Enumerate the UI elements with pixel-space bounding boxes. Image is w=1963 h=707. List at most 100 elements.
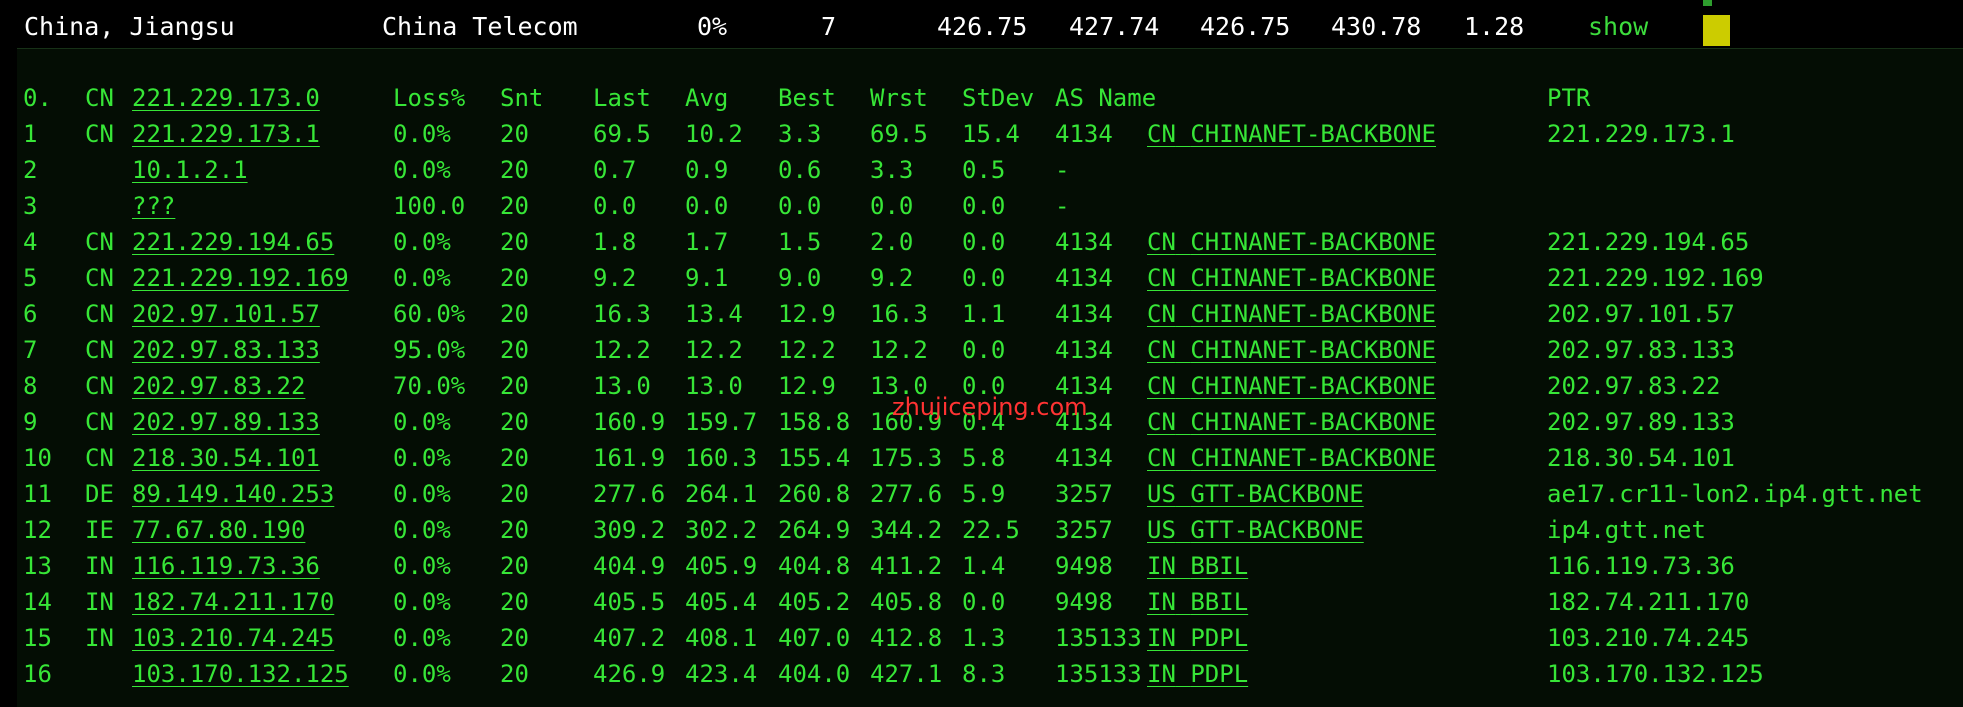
best-value: 264.9	[778, 516, 851, 544]
best-value: 12.9	[778, 300, 836, 328]
as-name: CHINANET-BACKBONE	[1190, 336, 1436, 364]
last-value: 0.7	[593, 156, 637, 184]
as-name: GTT-BACKBONE	[1190, 480, 1364, 508]
loss-value: 0.0%	[393, 156, 451, 184]
as-link[interactable]: 4134 CN CHINANET-BACKBONE	[1055, 444, 1436, 472]
avg-value: 160.3	[685, 444, 758, 472]
table-row: 5 CN 221.229.192.169 0.0% 20 9.2 9.1 9.0 9.2 0.0 4…	[17, 261, 1963, 295]
stdev-value: 0.0	[962, 228, 1006, 256]
table-row: 2 10.1.2.1 0.0% 20 0.7 0.9 0.6 3.3 0.5 -	[17, 153, 1963, 187]
hop-number: 3	[23, 192, 38, 220]
table-row: 11 DE 89.149.140.253 0.0% 20 277.6 264.1 260.8 2…	[17, 477, 1963, 511]
sent-value: 20	[500, 552, 529, 580]
as-cell: 3257 US GTT-BACKBONE	[1055, 513, 1364, 547]
as-link[interactable]: 4134 CN CHINANET-BACKBONE	[1055, 336, 1436, 364]
sent-value: 20	[500, 444, 529, 472]
loss-value: 0.0%	[393, 552, 451, 580]
as-cell: 9498 IN BBIL	[1055, 585, 1248, 619]
host-link[interactable]: 218.30.54.101	[132, 441, 320, 475]
as-link[interactable]: 3257 US GTT-BACKBONE	[1055, 480, 1364, 508]
stdev-value: 8.3	[962, 660, 1006, 688]
as-number: 4134	[1055, 264, 1113, 292]
as-link[interactable]: 4134 CN CHINANET-BACKBONE	[1055, 408, 1436, 436]
host-link[interactable]: 202.97.89.133	[132, 405, 320, 439]
sent-value: 20	[500, 120, 529, 148]
host-link[interactable]: 202.97.101.57	[132, 297, 320, 331]
as-link[interactable]: 9498 IN BBIL	[1055, 552, 1248, 580]
host-link[interactable]: 89.149.140.253	[132, 477, 334, 511]
host-link[interactable]: ???	[132, 189, 175, 223]
as-link[interactable]: 9498 IN BBIL	[1055, 588, 1248, 616]
sent-value: 20	[500, 660, 529, 688]
col-last: Last	[593, 84, 651, 112]
as-link[interactable]: 4134 CN CHINANET-BACKBONE	[1055, 228, 1436, 256]
country-code: IN	[85, 552, 114, 580]
last-value: 407.2	[593, 624, 666, 652]
worst-value: 2.0	[870, 228, 914, 256]
as-number: 4134	[1055, 300, 1113, 328]
country-code: CN	[85, 300, 114, 328]
summary-last: 426.75	[937, 12, 1028, 41]
last-value: 426.9	[593, 660, 666, 688]
as-cell: 9498 IN BBIL	[1055, 549, 1248, 583]
host-link[interactable]: 103.170.132.125	[132, 657, 349, 691]
as-link[interactable]: 135133 IN PDPL	[1055, 624, 1248, 652]
ptr-value: 221.229.192.169	[1547, 264, 1764, 292]
host-link[interactable]: 116.119.73.36	[132, 549, 320, 583]
summary-avg: 427.74	[1069, 12, 1160, 41]
loss-value: 0.0%	[393, 264, 451, 292]
country-code: IN	[85, 624, 114, 652]
avg-value: 0.0	[685, 192, 729, 220]
as-link[interactable]: 4134 CN CHINANET-BACKBONE	[1055, 372, 1436, 400]
header-host-link[interactable]: 221.229.173.0	[132, 81, 320, 115]
as-link[interactable]: 4134 CN CHINANET-BACKBONE	[1055, 300, 1436, 328]
as-link[interactable]: 4134 CN CHINANET-BACKBONE	[1055, 120, 1436, 148]
table-row: 4 CN 221.229.194.65 0.0% 20 1.8 1.7 1.5 2.0 0.0 41…	[17, 225, 1963, 259]
host-link[interactable]: 221.229.173.1	[132, 117, 320, 151]
show-link[interactable]: show	[1588, 12, 1648, 41]
last-value: 161.9	[593, 444, 666, 472]
host-link[interactable]: 10.1.2.1	[132, 153, 248, 187]
loss-value: 0.0%	[393, 444, 451, 472]
as-link[interactable]: 4134 CN CHINANET-BACKBONE	[1055, 264, 1436, 292]
table-row: 3??? 100.0 20 0.0 0.0 0.0 0.0 0.0 -	[17, 189, 1963, 223]
last-value: 16.3	[593, 300, 651, 328]
as-link[interactable]: 135133 IN PDPL	[1055, 660, 1248, 688]
as-country: US	[1147, 516, 1176, 544]
as-name: CHINANET-BACKBONE	[1190, 300, 1436, 328]
host-link[interactable]: 202.97.83.133	[132, 333, 320, 367]
as-name: BBIL	[1190, 552, 1249, 580]
host-link[interactable]: 221.229.192.169	[132, 261, 349, 295]
as-cell: 3257 US GTT-BACKBONE	[1055, 477, 1364, 511]
worst-value: 3.3	[870, 156, 914, 184]
summary-stdev: 1.28	[1464, 12, 1525, 41]
host-link[interactable]: 221.229.194.65	[132, 225, 334, 259]
worst-value: 405.8	[870, 588, 943, 616]
best-value: 405.2	[778, 588, 851, 616]
sent-value: 20	[500, 264, 529, 292]
watermark-text: zhujiceping.com	[892, 393, 1088, 421]
table-row: 12 IE 77.67.80.190 0.0% 20 309.2 302.2 264.9 344…	[17, 513, 1963, 547]
host-link[interactable]: 202.97.83.22	[132, 369, 305, 403]
summary-sent: 7	[821, 12, 837, 41]
host-link[interactable]: 103.210.74.245	[132, 621, 334, 655]
table-row: 1 CN 221.229.173.1 0.0% 20 69.5 10.2 3.3 69.5 15.…	[17, 117, 1963, 151]
sent-value: 20	[500, 336, 529, 364]
col-asname: AS Name	[1055, 84, 1157, 112]
stdev-value: 5.8	[962, 444, 1006, 472]
worst-value: 175.3	[870, 444, 943, 472]
hop-number: 15	[23, 624, 52, 652]
last-value: 13.0	[593, 372, 651, 400]
stdev-value: 0.0	[962, 264, 1006, 292]
col-wrst: Wrst	[870, 84, 928, 112]
as-country: IN	[1147, 552, 1176, 580]
worst-value: 16.3	[870, 300, 928, 328]
country-code: IE	[85, 516, 114, 544]
host-link[interactable]: 182.74.211.170	[132, 585, 334, 619]
host-link[interactable]: 77.67.80.190	[132, 513, 305, 547]
hop-number: 4	[23, 228, 38, 256]
last-value: 12.2	[593, 336, 651, 364]
last-value: 1.8	[593, 228, 637, 256]
as-link[interactable]: 3257 US GTT-BACKBONE	[1055, 516, 1364, 544]
best-value: 9.0	[778, 264, 822, 292]
